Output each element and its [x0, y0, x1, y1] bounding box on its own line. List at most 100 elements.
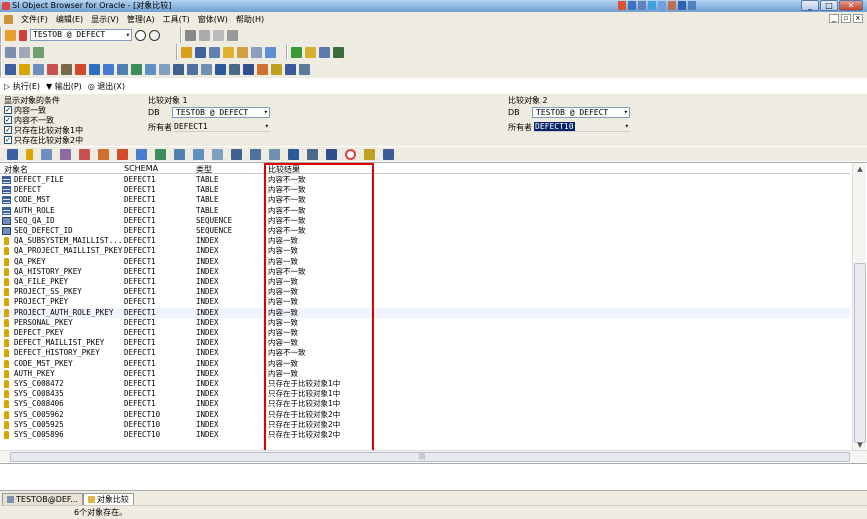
table-row[interactable]: QA_PROJECT_MAILLIST_PKEY DEFECT1 INDEX 内容一致 [0, 246, 850, 256]
menu-edit[interactable]: 编辑(E) [52, 14, 87, 25]
vertical-scrollbar[interactable]: ▲ ▼ [852, 163, 866, 463]
filter-function-icon[interactable] [136, 148, 147, 160]
trigger-icon[interactable] [75, 63, 86, 75]
table-row[interactable]: SYS_C008406 DEFECT1 INDEX 只存在于比较对象1中 [0, 399, 850, 409]
filter-package-body-icon[interactable] [174, 148, 185, 160]
dblink-icon[interactable] [173, 63, 184, 75]
filter-synonym-icon[interactable] [60, 148, 71, 160]
table-row[interactable]: SYS_C008472 DEFECT1 INDEX 只存在于比较对象1中 [0, 379, 850, 389]
execute-button[interactable]: ▷ 执行(E) [4, 81, 40, 92]
table-row[interactable]: SYS_C008435 DEFECT1 INDEX 只存在于比较对象1中 [0, 389, 850, 399]
filter-dimension-icon[interactable] [383, 148, 394, 160]
tool-d-icon[interactable] [333, 46, 344, 58]
filter-index-icon[interactable] [26, 148, 33, 160]
filter-view-icon[interactable] [41, 148, 52, 160]
menu-admin[interactable]: 管理(A) [123, 14, 159, 25]
filter-key-icon[interactable] [364, 148, 375, 160]
filter-mview-icon[interactable] [250, 148, 261, 160]
horizontal-scroll-thumb[interactable]: ||| [10, 452, 850, 462]
stop-icon[interactable] [135, 29, 146, 41]
package-spec-icon[interactable] [117, 63, 128, 75]
table-row[interactable]: SEQ_DEFECT_ID DEFECT1 SEQUENCE 内容不一致 [0, 226, 850, 236]
checkbox-checked-icon[interactable]: ✓ [4, 116, 12, 124]
ime-keyboard-icon[interactable] [658, 1, 666, 10]
column-schema[interactable]: SCHEMA [124, 164, 158, 173]
ime-shirt-icon[interactable] [678, 1, 686, 10]
table-row[interactable]: DEFECT_PKEY DEFECT1 INDEX 内容一致 [0, 328, 850, 338]
menu-window[interactable]: 窗体(W) [194, 14, 232, 25]
filter-dblink-icon[interactable] [231, 148, 242, 160]
type-body-icon[interactable] [159, 63, 170, 75]
filter-type-body-icon[interactable] [212, 148, 223, 160]
cut-icon[interactable] [199, 29, 210, 41]
option-same[interactable]: ✓ 内容一致 [4, 105, 83, 115]
table-row[interactable]: DEFECT DEFECT1 TABLE 内容不一致 [0, 185, 850, 195]
sequence-icon[interactable] [61, 63, 72, 75]
document-icon[interactable] [4, 14, 13, 24]
menu-file[interactable]: 文件(F) [17, 14, 52, 25]
job-icon[interactable] [257, 63, 268, 75]
filter-library-icon[interactable] [269, 148, 280, 160]
table-row[interactable]: CODE_MST DEFECT1 TABLE 内容不一致 [0, 195, 850, 205]
lock-icon[interactable] [19, 29, 27, 41]
refresh-icon[interactable] [149, 29, 160, 41]
schema-icon[interactable] [209, 46, 220, 58]
table-icon[interactable] [5, 63, 16, 75]
option-different[interactable]: ✓ 内容不一致 [4, 115, 83, 125]
maximize-button[interactable]: □ [820, 0, 838, 11]
ime-user-icon[interactable] [668, 1, 676, 10]
index-icon[interactable] [19, 63, 30, 75]
filter-directory-icon[interactable] [288, 148, 299, 160]
menu-help[interactable]: 帮助(H) [232, 14, 268, 25]
copy-icon[interactable] [213, 29, 224, 41]
paste-icon[interactable] [227, 29, 238, 41]
vertical-scroll-thumb[interactable] [854, 263, 866, 443]
table-row[interactable]: DEFECT_FILE DEFECT1 TABLE 内容不一致 [0, 175, 850, 185]
checkbox-checked-icon[interactable]: ✓ [4, 126, 12, 134]
table-row[interactable]: QA_HISTORY_PKEY DEFECT1 INDEX 内容不一致 [0, 267, 850, 277]
table-row[interactable]: QA_PKEY DEFECT1 INDEX 内容一致 [0, 257, 850, 267]
mdi-close-button[interactable]: x [853, 14, 863, 23]
ime-wrench-icon[interactable] [688, 1, 696, 10]
view-icon[interactable] [33, 63, 44, 75]
queue-icon[interactable] [243, 63, 254, 75]
library-icon[interactable] [201, 63, 212, 75]
user-icon[interactable] [181, 46, 192, 58]
filter-job-icon[interactable] [345, 148, 356, 160]
output-button[interactable]: ▼ 输出(P) [46, 81, 82, 92]
table-row[interactable]: SYS_C005896 DEFECT10 INDEX 只存在于比较对象2中 [0, 430, 850, 440]
table-row[interactable]: CODE_MST_PKEY DEFECT1 INDEX 内容一致 [0, 359, 850, 369]
synonym-icon[interactable] [47, 63, 58, 75]
tool-c-icon[interactable] [319, 46, 330, 58]
compare2-db-select[interactable]: TESTOB @ DEFECT ▾ [532, 107, 630, 118]
session-icon[interactable] [251, 46, 262, 58]
compare2-owner-select[interactable]: DEFECT10 ▾ [534, 121, 630, 132]
table-row[interactable]: PROJECT_AUTH_ROLE_PKEY DEFECT1 INDEX 内容一致 [0, 307, 850, 318]
table-row[interactable]: PERSONAL_PKEY DEFECT1 INDEX 内容一致 [0, 318, 850, 328]
option-only-in-2[interactable]: ✓ 只存在比较对象2中 [4, 135, 83, 145]
filter-sequence-icon[interactable] [79, 148, 90, 160]
table-row[interactable]: PROJECT_PKEY DEFECT1 INDEX 内容一致 [0, 297, 850, 307]
mdi-restore-button[interactable]: ▫ [841, 14, 851, 23]
horizontal-scrollbar[interactable]: ||| [0, 450, 867, 462]
directory-icon[interactable] [215, 63, 226, 75]
menu-view[interactable]: 显示(V) [87, 14, 123, 25]
menu-tools[interactable]: 工具(T) [159, 14, 194, 25]
ime-moon-icon[interactable] [638, 1, 646, 10]
package-body-icon[interactable] [131, 63, 142, 75]
column-result[interactable]: 比较结果 [268, 164, 300, 175]
filter-table-icon[interactable] [7, 148, 18, 160]
scroll-up-icon[interactable]: ▲ [853, 163, 867, 175]
db-icon[interactable] [195, 46, 206, 58]
table-row[interactable]: DEFECT_MAILLIST_PKEY DEFECT1 INDEX 内容一致 [0, 338, 850, 348]
filter-java-icon[interactable] [307, 148, 318, 160]
ime-zh-icon[interactable] [628, 1, 636, 10]
tab-object-compare[interactable]: 对象比较 [82, 493, 134, 505]
type-icon[interactable] [145, 63, 156, 75]
table-row[interactable]: QA_FILE_PKEY DEFECT1 INDEX 内容一致 [0, 277, 850, 287]
column-type[interactable]: 类型 [196, 164, 212, 175]
tool-b-icon[interactable] [305, 46, 316, 58]
dimension-icon[interactable] [285, 63, 296, 75]
table-row[interactable]: DEFECT_HISTORY_PKEY DEFECT1 INDEX 内容不一致 [0, 348, 850, 358]
tree-icon[interactable] [5, 46, 16, 58]
